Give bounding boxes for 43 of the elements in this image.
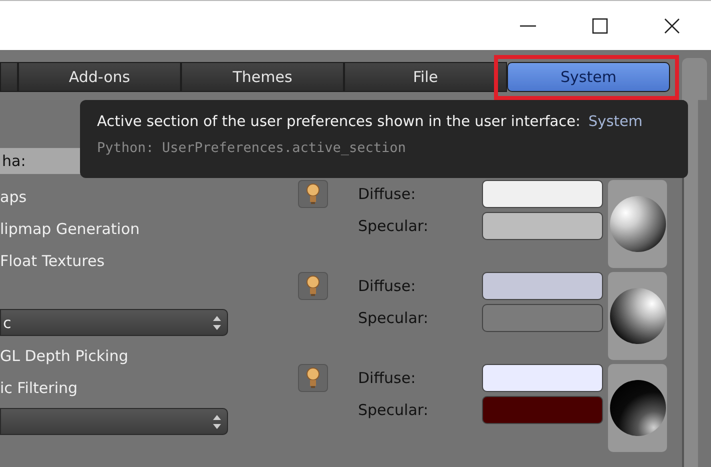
diffuse-label: Diffuse: — [358, 277, 417, 295]
specular-label: Specular: — [358, 217, 430, 235]
option-label: lipmap Generation — [0, 219, 141, 240]
text-field[interactable]: ha: — [0, 148, 82, 174]
tab[interactable]: Add-ons — [18, 62, 181, 92]
tab[interactable]: File — [344, 62, 507, 92]
scrollbar[interactable] — [682, 58, 707, 100]
specular-label: Specular: — [358, 401, 430, 419]
direction-panel[interactable] — [608, 364, 667, 452]
dropdown-value: c — [3, 314, 12, 332]
option-label: aps — [0, 187, 28, 208]
light-bulb-button[interactable] — [298, 272, 328, 300]
option-label: GL Depth Picking — [0, 346, 130, 367]
color-swatch[interactable] — [482, 396, 603, 424]
light-bulb-icon — [306, 275, 320, 297]
tab[interactable]: Themes — [181, 62, 344, 92]
diffuse-label: Diffuse: — [358, 185, 417, 203]
light-bulb-icon — [306, 183, 320, 205]
specular-label: Specular: — [358, 309, 430, 327]
color-swatch[interactable] — [482, 272, 603, 300]
tooltip-description: Active section of the user preferences shown in the user interface: — [97, 114, 580, 130]
direction-panel[interactable] — [608, 272, 667, 360]
scrollbar-track[interactable] — [682, 100, 698, 467]
color-swatch[interactable] — [482, 304, 603, 332]
light-bulb-icon — [306, 367, 320, 389]
maximize-icon — [592, 18, 608, 34]
color-swatch[interactable] — [482, 180, 603, 208]
light-bulb-button[interactable] — [298, 364, 328, 392]
minimize-icon — [520, 24, 536, 26]
up-down-arrows-icon — [213, 316, 221, 330]
option-label: Float Textures — [0, 251, 106, 272]
tooltip-python-path: Python: UserPreferences.active_section — [97, 140, 407, 156]
dropdown[interactable]: c — [0, 309, 228, 336]
tab[interactable]: System — [507, 62, 670, 92]
color-swatch[interactable] — [482, 212, 603, 240]
color-swatch[interactable] — [482, 364, 603, 392]
direction-panel[interactable] — [608, 180, 667, 268]
option-label: ic Filtering — [0, 378, 79, 399]
diffuse-label: Diffuse: — [358, 369, 417, 387]
close-icon — [664, 18, 680, 34]
light-bulb-button[interactable] — [298, 180, 328, 208]
up-down-arrows-icon — [213, 414, 221, 428]
tooltip-value: System — [588, 114, 642, 130]
